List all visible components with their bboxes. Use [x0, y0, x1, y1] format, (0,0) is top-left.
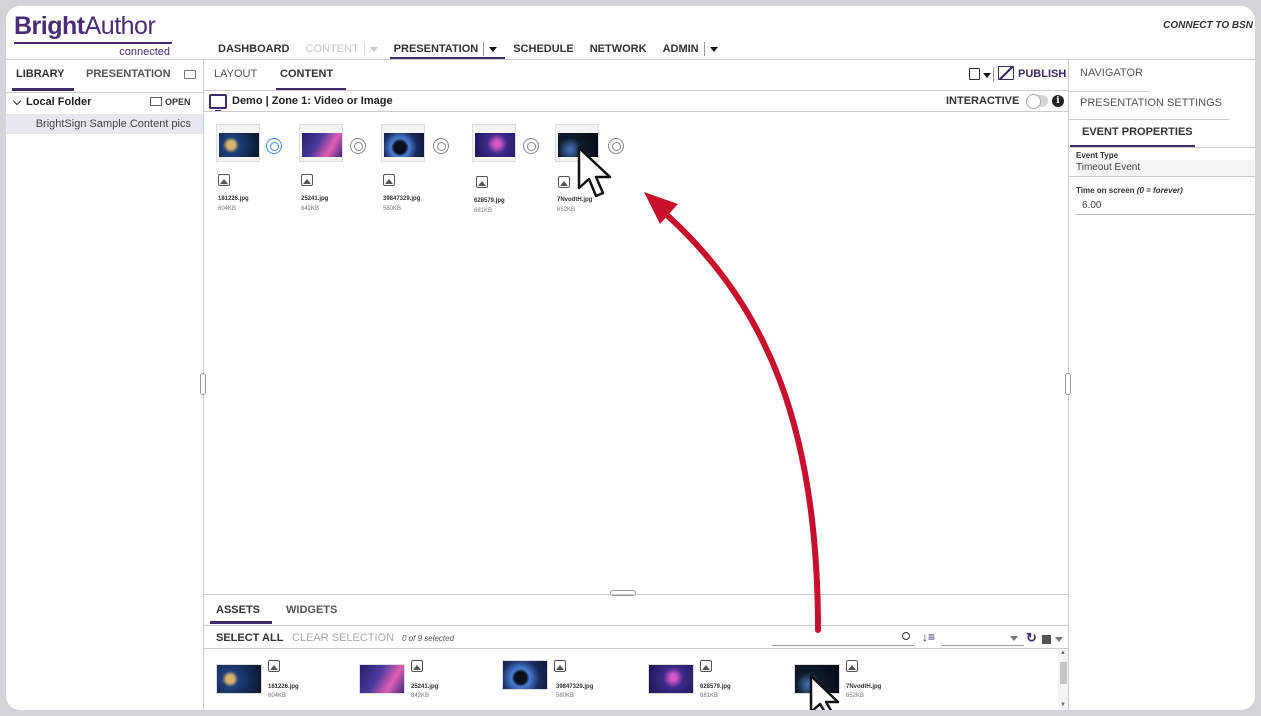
drag-arrow-annotation [644, 192, 821, 633]
app-window: BrightAuthor connected CONNECT TO BSN DA… [6, 6, 1255, 710]
